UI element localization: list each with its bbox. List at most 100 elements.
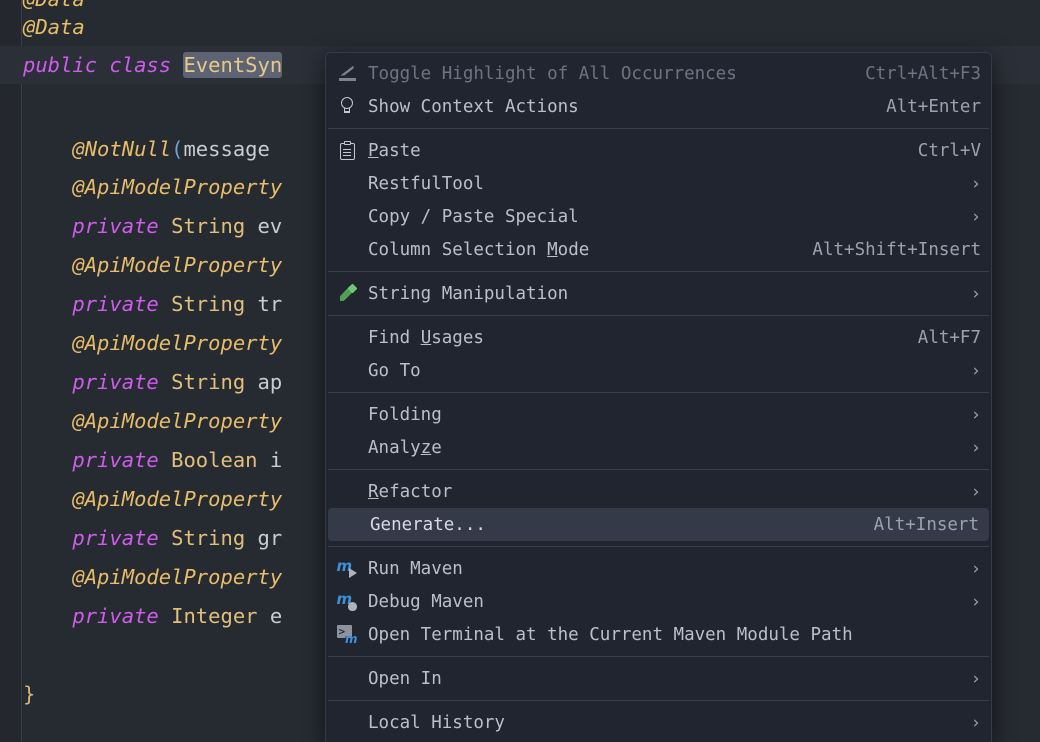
menu-item-generate[interactable]: Generate... Alt+Insert [328, 508, 989, 541]
code-token: private [72, 604, 159, 628]
code-token: e [269, 604, 283, 628]
no-icon [334, 206, 360, 228]
code-token: ev [257, 214, 283, 238]
menu-item-label: Find Usages [368, 327, 484, 348]
menu-item-shortcut: Alt+Enter [886, 96, 981, 117]
menu-item-paste[interactable]: Paste Ctrl+V [326, 134, 991, 167]
code-token: Integer [171, 604, 258, 628]
code-token: @ApiModelProperty [72, 409, 283, 433]
menu-item-label: Open Terminal at the Current Maven Modul… [368, 624, 853, 645]
code-token: private [72, 526, 159, 550]
menu-separator [328, 392, 989, 393]
menu-item-debug-maven[interactable]: m Debug Maven › [326, 585, 991, 618]
menu-item-restfultool[interactable]: RestfulTool › [326, 167, 991, 200]
menu-item-label: Analyze [368, 437, 442, 458]
menu-item-label: Open In [368, 668, 442, 689]
menu-item-label: Generate... [370, 514, 486, 535]
code-token: private [72, 370, 159, 394]
no-icon [334, 668, 360, 690]
no-icon [334, 481, 360, 503]
code-token: Boolean [171, 448, 258, 472]
code-line: public class EventSyn [23, 46, 283, 84]
selected-token: EventSyn [183, 52, 283, 78]
code-token: @Data [23, 15, 85, 39]
code-line: @ApiModelProperty [23, 246, 282, 284]
code-token: tr [257, 292, 283, 316]
menu-separator [328, 128, 989, 129]
menu-separator [328, 546, 989, 547]
code-line: @NotNull(message [23, 130, 270, 168]
menu-item-analyze[interactable]: Analyze › [326, 431, 991, 464]
code-token: private [72, 292, 159, 316]
menu-item-find-usages[interactable]: Find Usages Alt+F7 [326, 321, 991, 354]
chevron-right-icon: › [970, 712, 981, 733]
code-line: @ApiModelProperty [23, 402, 282, 440]
menu-item-refactor[interactable]: Refactor › [326, 475, 991, 508]
no-icon [334, 239, 360, 261]
menu-item-open-in[interactable]: Open In › [326, 662, 991, 695]
chevron-right-icon: › [970, 206, 981, 227]
code-token: String [171, 214, 246, 238]
menu-item-shortcut: Alt+Insert [873, 514, 979, 535]
code-token: @ApiModelProperty [72, 331, 283, 355]
menu-separator [328, 469, 989, 470]
menu-item-string-manipulation[interactable]: String Manipulation › [326, 277, 991, 310]
menu-item-show-context-actions[interactable]: Show Context Actions Alt+Enter [326, 90, 991, 123]
no-icon [334, 404, 360, 426]
code-token: String [171, 526, 246, 550]
pencil-icon [334, 283, 360, 305]
code-line: private Boolean i [23, 441, 282, 479]
chevron-right-icon: › [970, 404, 981, 425]
menu-item-run-maven[interactable]: m Run Maven › [326, 552, 991, 585]
menu-item-local-history[interactable]: Local History › [326, 706, 991, 739]
editor-context-menu[interactable]: Toggle Highlight of All Occurrences Ctrl+… [325, 52, 992, 742]
no-icon [334, 712, 360, 734]
chevron-right-icon: › [970, 173, 981, 194]
code-token: i [269, 448, 283, 472]
menu-item-label: Debug Maven [368, 591, 484, 612]
no-icon [336, 514, 362, 536]
chevron-right-icon: › [970, 283, 981, 304]
menu-item-column-selection-mode[interactable]: Column Selection Mode Alt+Shift+Insert [326, 233, 991, 266]
code-token: @ApiModelProperty [72, 253, 283, 277]
code-token: message [183, 137, 270, 161]
menu-item-go-to[interactable]: Go To › [326, 354, 991, 387]
chevron-right-icon: › [970, 558, 981, 579]
code-token: @ApiModelProperty [72, 175, 283, 199]
code-token: @NotNull [72, 137, 172, 161]
ide-screen: @Data@Datapublic class EventSyn @NotNull… [0, 0, 1040, 742]
highlight-icon [334, 63, 360, 85]
menu-item-label: Refactor [368, 481, 453, 502]
code-token: String [171, 292, 246, 316]
code-token: public [23, 53, 98, 77]
menu-item-label: Go To [368, 360, 421, 381]
code-token: private [72, 214, 159, 238]
code-line: private String ap [23, 363, 282, 401]
code-token: private [72, 448, 159, 472]
code-token: ap [257, 370, 283, 394]
chevron-right-icon: › [970, 437, 981, 458]
code-token: @ApiModelProperty [72, 565, 283, 589]
menu-item-label: Show Context Actions [368, 96, 579, 117]
code-line: } [23, 675, 35, 713]
menu-item-folding[interactable]: Folding › [326, 398, 991, 431]
code-line: @ApiModelProperty [23, 324, 282, 362]
menu-item-open-terminal-at-the-current-maven-module-path[interactable]: >_ m Open Terminal at the Current Maven Mo… [326, 618, 991, 651]
menu-item-copy-paste-special[interactable]: Copy / Paste Special › [326, 200, 991, 233]
code-token: ( [171, 137, 184, 161]
